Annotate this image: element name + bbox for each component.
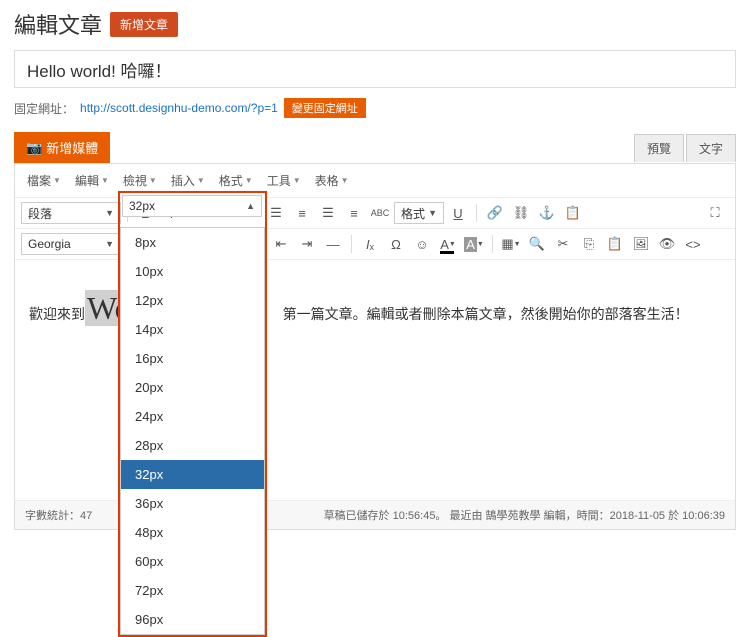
image-button[interactable]: 🖼: [629, 233, 653, 255]
font-size-select[interactable]: 32px▲: [122, 195, 262, 217]
copy-button[interactable]: ⎘: [577, 233, 601, 255]
add-new-post-button[interactable]: 新增文章: [110, 12, 178, 37]
paste-text-button[interactable]: 📋: [603, 233, 627, 255]
menu-edit[interactable]: 編輯▼: [69, 168, 115, 193]
menu-table[interactable]: 表格▼: [309, 168, 355, 193]
link-button[interactable]: 🔗: [483, 202, 507, 224]
code-button[interactable]: <>: [681, 233, 705, 255]
font-size-option[interactable]: 16px: [121, 344, 264, 373]
table-button[interactable]: ▦▼: [499, 233, 523, 255]
save-status: 草稿已儲存於 10:56:45。 最近由 鵠學苑教學 編輯，時間：2018-11…: [324, 507, 725, 523]
cut-button[interactable]: ✂: [551, 233, 575, 255]
align-right-button[interactable]: ☰: [316, 202, 340, 224]
font-size-option[interactable]: 28px: [121, 431, 264, 460]
special-char-button[interactable]: Ω: [384, 233, 408, 255]
post-title-input[interactable]: [14, 50, 736, 88]
tab-text[interactable]: 文字: [686, 134, 736, 162]
font-size-option[interactable]: 96px: [121, 605, 264, 634]
hr-button[interactable]: —: [321, 233, 345, 255]
menu-insert[interactable]: 插入▼: [165, 168, 211, 193]
permalink-url[interactable]: http://scott.designhu-demo.com/?p=1: [80, 101, 278, 115]
font-size-option[interactable]: 36px: [121, 489, 264, 518]
clear-format-button[interactable]: Iₓ: [358, 233, 382, 255]
page-title: 編輯文章: [14, 8, 102, 40]
font-size-option[interactable]: 20px: [121, 373, 264, 402]
font-select[interactable]: Georgia▼: [21, 233, 121, 255]
font-size-option[interactable]: 32px: [121, 460, 264, 489]
fullscreen-button[interactable]: ⛶: [703, 202, 727, 224]
change-permalink-button[interactable]: 變更固定網址: [284, 98, 366, 118]
add-media-button[interactable]: 📷 新增媒體: [14, 132, 110, 163]
align-center-button[interactable]: ≡: [290, 202, 314, 224]
word-count: 字數統計：47: [25, 507, 92, 523]
anchor-button[interactable]: ⚓: [535, 202, 559, 224]
font-size-option[interactable]: 60px: [121, 547, 264, 576]
content-rest: 第一篇文章。編輯或者刪除本篇文章，然後開始你的部落客生活！: [283, 304, 689, 324]
preview-button[interactable]: 👁: [655, 233, 679, 255]
paragraph-select[interactable]: 段落▼: [21, 202, 121, 224]
font-size-option[interactable]: 10px: [121, 257, 264, 286]
font-size-option[interactable]: 48px: [121, 518, 264, 547]
align-justify-button[interactable]: ≡: [342, 202, 366, 224]
font-size-option[interactable]: 12px: [121, 286, 264, 315]
add-media-label: 新增媒體: [46, 138, 98, 157]
align-left-button[interactable]: ☰: [264, 202, 288, 224]
permalink-label: 固定網址：: [14, 100, 74, 117]
font-size-option[interactable]: 8px: [121, 228, 264, 257]
paste-button[interactable]: 📋: [561, 202, 585, 224]
menu-view[interactable]: 檢視▼: [117, 168, 163, 193]
underline-button[interactable]: U: [446, 202, 470, 224]
tab-visual[interactable]: 預覽: [634, 134, 684, 162]
font-size-option[interactable]: 72px: [121, 576, 264, 605]
font-size-dropdown-highlight: 32px▲ 8px10px12px14px16px20px24px28px32p…: [118, 191, 267, 637]
font-size-option[interactable]: 14px: [121, 315, 264, 344]
menu-tools[interactable]: 工具▼: [261, 168, 307, 193]
content-prefix: 歡迎來到: [29, 304, 85, 324]
find-button[interactable]: 🔍: [525, 233, 549, 255]
camera-icon: 📷: [26, 140, 42, 156]
emoticon-button[interactable]: ☺: [410, 233, 434, 255]
outdent-button[interactable]: ⇤: [269, 233, 293, 255]
menu-file[interactable]: 檔案▼: [21, 168, 67, 193]
unlink-button[interactable]: ⛓: [509, 202, 533, 224]
bg-color-button[interactable]: A▼: [462, 233, 486, 255]
indent-button[interactable]: ⇥: [295, 233, 319, 255]
font-size-option-list: 8px10px12px14px16px20px24px28px32px36px4…: [120, 227, 265, 635]
menu-format[interactable]: 格式▼: [213, 168, 259, 193]
font-size-option[interactable]: 24px: [121, 402, 264, 431]
format-select[interactable]: 格式▼: [394, 202, 444, 224]
read-more-button[interactable]: ABC: [368, 202, 392, 224]
text-color-button[interactable]: A▼: [436, 233, 460, 255]
